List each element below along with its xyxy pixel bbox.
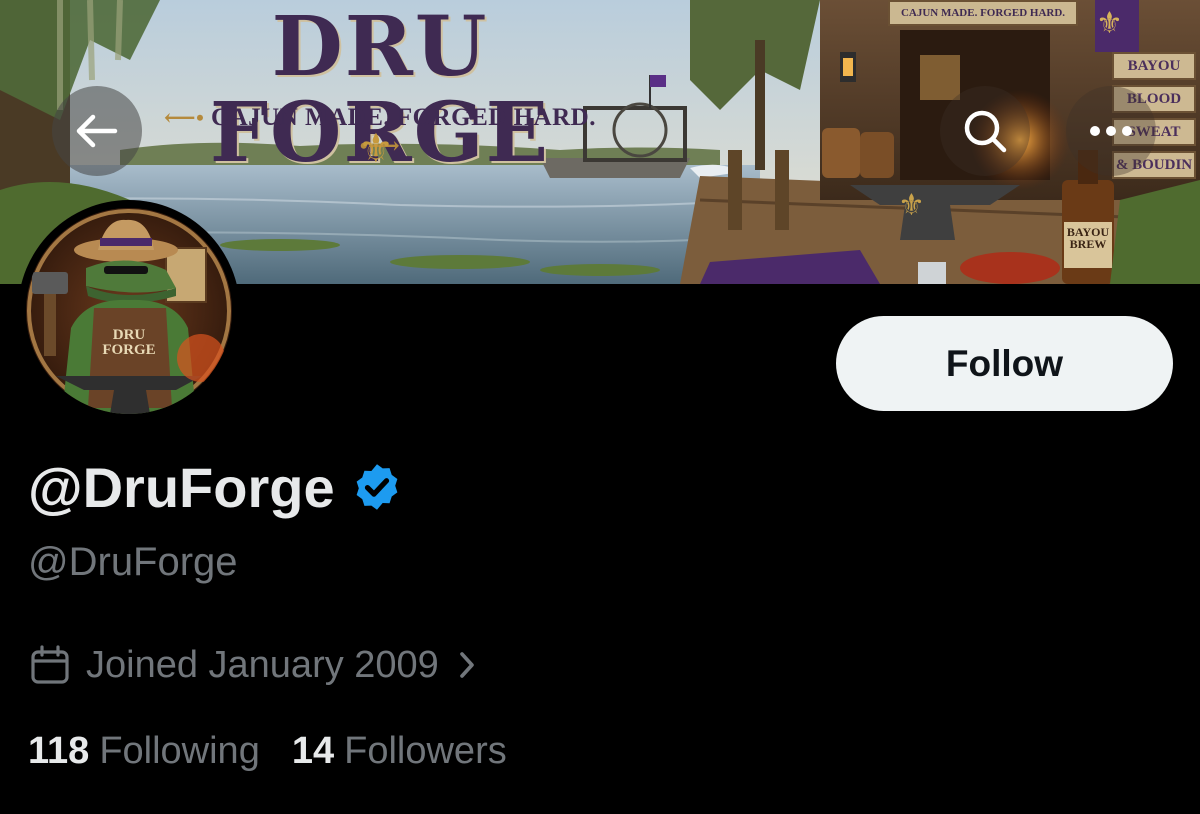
- tagline-left-ornament: ⟵•: [164, 105, 205, 130]
- search-icon: [964, 110, 1007, 153]
- joined-date-text: Joined January 2009: [86, 643, 439, 686]
- more-horizontal-icon: [1090, 126, 1132, 136]
- bottle-label: BAYOU BREW: [1066, 225, 1110, 251]
- banner-tagline-text: CAJUN MADE. FORGED HARD.: [211, 104, 596, 131]
- avatar-image: DRU FORGE: [26, 208, 232, 414]
- more-options-button[interactable]: [1066, 86, 1156, 176]
- fleur-de-lis-icon: ⚜: [358, 126, 394, 172]
- calendar-icon: [31, 645, 69, 684]
- avatar-apron-text: DRU FORGE: [102, 327, 156, 358]
- followers-count: 14: [291, 730, 335, 772]
- alligator-blacksmith-illustration: [26, 208, 232, 414]
- chevron-right-icon: [460, 652, 474, 678]
- fleur-de-lis-icon: ⚜: [898, 188, 925, 223]
- banner-shed-sign: CAJUN MADE. FORGED HARD.: [888, 0, 1078, 26]
- display-name-row: @DruForge: [28, 452, 403, 522]
- profile-avatar[interactable]: DRU FORGE: [18, 200, 240, 422]
- back-button[interactable]: [52, 86, 142, 176]
- username-handle: @DruForge: [28, 540, 238, 584]
- fleur-de-lis-icon: ⚜: [1096, 6, 1123, 41]
- arrow-left-icon: [76, 114, 118, 148]
- follow-button[interactable]: Follow: [836, 316, 1173, 411]
- side-sign: BAYOU: [1112, 52, 1196, 80]
- followers-stat[interactable]: 14 Followers: [292, 730, 507, 773]
- following-label: Following: [99, 730, 260, 772]
- display-name: @DruForge: [28, 455, 335, 519]
- follow-stats: 118 Following 14 Followers: [28, 730, 539, 773]
- verified-badge-icon[interactable]: [351, 461, 403, 513]
- joined-date-row[interactable]: Joined January 2009: [30, 640, 477, 690]
- following-count: 118: [28, 730, 90, 772]
- followers-label: Followers: [344, 730, 507, 772]
- following-stat[interactable]: 118 Following: [28, 730, 260, 773]
- search-button[interactable]: [940, 86, 1030, 176]
